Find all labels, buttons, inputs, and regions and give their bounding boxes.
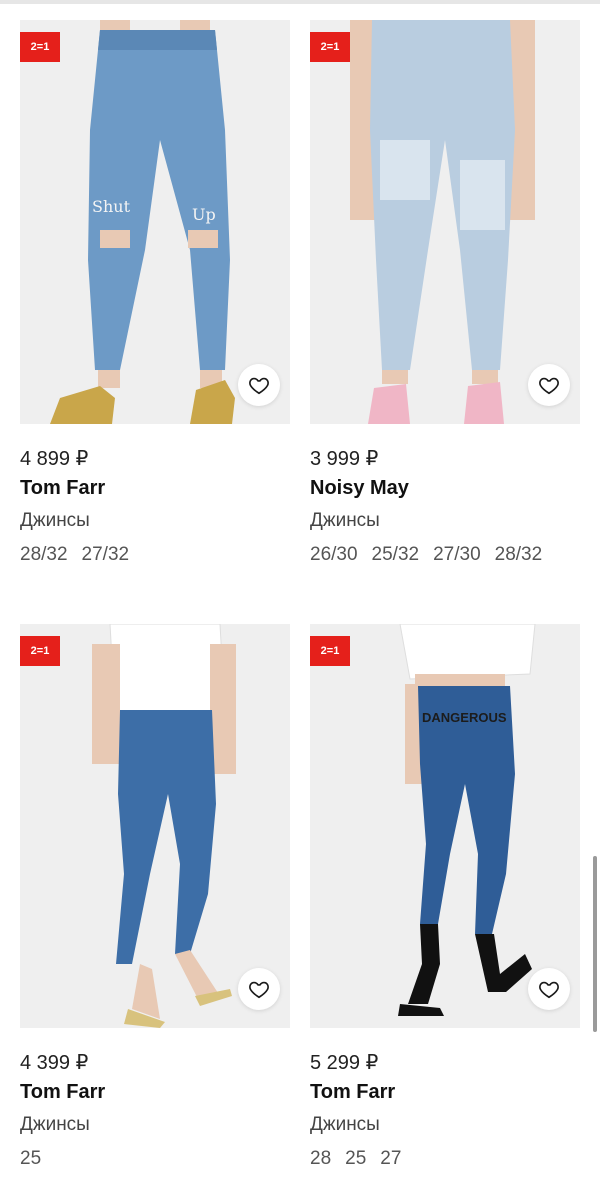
promo-badge: 2=1: [20, 636, 60, 666]
product-sizes: 25: [20, 1147, 290, 1171]
product-sizes: 28 25 27: [310, 1147, 580, 1171]
size-option[interactable]: 26/30: [310, 544, 358, 565]
promo-badge: 2=1: [310, 636, 350, 666]
size-option[interactable]: 28/32: [20, 544, 68, 565]
product-card[interactable]: Shut Up 2=1 4 899 ₽ Tom Farr Джинсы 28/3…: [20, 20, 290, 567]
size-option[interactable]: 25/32: [372, 544, 420, 565]
size-option[interactable]: 28/32: [495, 544, 543, 565]
jeans-photo: [20, 624, 290, 1028]
product-brand[interactable]: Tom Farr: [310, 1079, 580, 1105]
product-brand[interactable]: Tom Farr: [20, 475, 290, 501]
product-category: Джинсы: [20, 510, 90, 531]
product-grid-page: Shut Up 2=1 4 899 ₽ Tom Farr Джинсы 28/3…: [0, 0, 600, 1182]
product-brand[interactable]: Tom Farr: [20, 1079, 290, 1105]
heart-outline-icon: [539, 981, 559, 999]
heart-outline-icon: [249, 377, 269, 395]
jeans-photo: [310, 20, 580, 424]
size-option[interactable]: 27/32: [82, 544, 130, 565]
product-image[interactable]: 2=1: [20, 624, 290, 1028]
product-sizes: 26/30 25/32 27/30 28/32: [310, 543, 580, 567]
size-option[interactable]: 28: [310, 1148, 331, 1169]
promo-badge: 2=1: [310, 32, 350, 62]
product-sizes: 28/32 27/32: [20, 543, 290, 567]
product-price: 5 299 ₽: [310, 1052, 379, 1074]
product-category: Джинсы: [310, 510, 380, 531]
heart-outline-icon: [539, 377, 559, 395]
favorite-button[interactable]: [528, 968, 570, 1010]
favorite-button[interactable]: [238, 968, 280, 1010]
product-brand[interactable]: Noisy May: [310, 475, 580, 501]
promo-badge: 2=1: [20, 32, 60, 62]
product-card[interactable]: 2=1 4 399 ₽ Tom Farr Джинсы 25: [20, 624, 290, 1171]
product-card[interactable]: 2=1 3 999 ₽ Noisy May Джинсы 26/30 25/32 2…: [310, 20, 580, 567]
product-card[interactable]: DANGEROUS 2=1 5 299 ₽ Tom Farr Джинсы 28…: [310, 624, 580, 1171]
product-image[interactable]: 2=1: [310, 20, 580, 424]
product-category: Джинсы: [310, 1114, 380, 1135]
jeans-photo: DANGEROUS: [310, 624, 580, 1028]
product-image[interactable]: Shut Up 2=1: [20, 20, 290, 424]
heart-outline-icon: [249, 981, 269, 999]
svg-text:DANGEROUS: DANGEROUS: [422, 710, 507, 725]
favorite-button[interactable]: [528, 364, 570, 406]
svg-text:Up: Up: [192, 205, 216, 224]
size-option[interactable]: 25: [345, 1148, 366, 1169]
product-category: Джинсы: [20, 1114, 90, 1135]
top-divider: [0, 0, 600, 4]
jeans-photo: Shut Up: [20, 20, 290, 424]
product-image[interactable]: DANGEROUS 2=1: [310, 624, 580, 1028]
product-price: 4 899 ₽: [20, 448, 89, 470]
product-price: 3 999 ₽: [310, 448, 379, 470]
product-price: 4 399 ₽: [20, 1052, 89, 1074]
svg-text:Shut: Shut: [92, 197, 131, 216]
favorite-button[interactable]: [238, 364, 280, 406]
scrollbar[interactable]: [593, 856, 597, 1032]
size-option[interactable]: 27/30: [433, 544, 481, 565]
size-option[interactable]: 27: [380, 1148, 401, 1169]
size-option[interactable]: 25: [20, 1148, 41, 1169]
